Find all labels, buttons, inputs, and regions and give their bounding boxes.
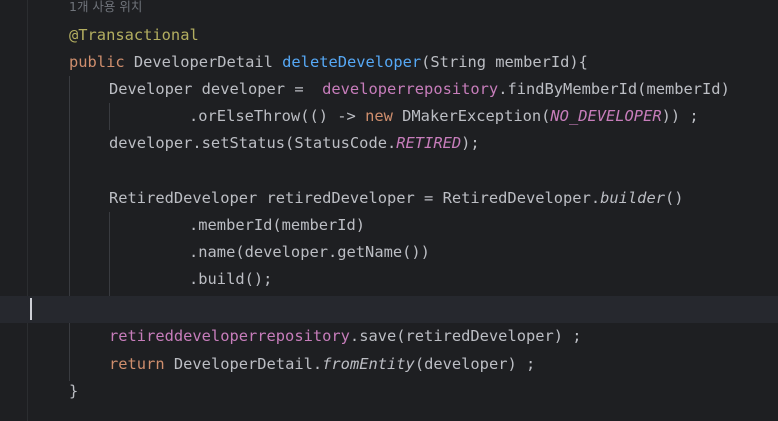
code-line-name: .name(developer.getName()) xyxy=(0,239,778,266)
developer-declaration: Developer developer = xyxy=(109,80,323,98)
keyword-public: public xyxy=(69,53,125,71)
retireddeveloperrepository-field[interactable]: retireddeveloperrepository xyxy=(109,327,350,345)
code-line-current-empty[interactable] xyxy=(0,296,778,323)
usage-count-hint[interactable]: 1개 사용 위치 xyxy=(69,0,142,16)
method-name-deleteDeveloper[interactable]: deleteDeveloper xyxy=(282,53,421,71)
builder-method[interactable]: builder xyxy=(600,189,665,207)
transactional-annotation[interactable]: @Transactional xyxy=(69,26,199,44)
code-line-member-id: .memberId(memberId) xyxy=(0,212,778,239)
developerrepository-field[interactable]: developerrepository xyxy=(322,80,498,98)
code-line-method-signature: public DeveloperDetail deleteDeveloper(S… xyxy=(0,49,778,76)
member-id-call[interactable]: .memberId(memberId) xyxy=(189,216,365,234)
build-call[interactable]: .build(); xyxy=(189,270,272,288)
method-params: (String memberId){ xyxy=(421,53,588,71)
closing-brace: } xyxy=(69,382,79,400)
set-status-close: ); xyxy=(461,134,480,152)
name-call[interactable]: .name(developer.getName()) xyxy=(189,243,430,261)
code-line-annotation: @Transactional xyxy=(0,22,778,49)
or-else-throw-close: )) ; xyxy=(661,107,699,125)
from-entity-method[interactable]: fromEntity xyxy=(322,355,415,373)
keyword-return: return xyxy=(109,355,165,373)
find-by-member-id-call[interactable]: .findByMemberId(memberId) xyxy=(498,80,730,98)
save-call[interactable]: .save(retiredDeveloper) ; xyxy=(350,327,582,345)
no-developer-constant[interactable]: NO_DEVELOPER xyxy=(550,107,661,125)
text-caret xyxy=(30,298,32,320)
from-entity-args: (developer) ; xyxy=(414,355,536,373)
set-status-call[interactable]: developer.setStatus(StatusCode. xyxy=(109,134,396,152)
code-line-build: .build(); xyxy=(0,266,778,293)
builder-parens: () xyxy=(664,189,684,207)
retired-constant[interactable]: RETIRED xyxy=(396,134,461,152)
keyword-new: new xyxy=(365,107,393,125)
code-line-closing-brace: } xyxy=(0,378,778,405)
code-line-or-else-throw: .orElseThrow(() -> new DMakerException(N… xyxy=(0,103,778,130)
return-type[interactable]: DeveloperDetail xyxy=(125,53,283,71)
code-line-builder: RetiredDeveloper retiredDeveloper = Reti… xyxy=(0,185,778,212)
code-line-set-status: developer.setStatus(StatusCode.RETIRED); xyxy=(0,130,778,157)
or-else-throw-call[interactable]: .orElseThrow(() -> xyxy=(189,107,365,125)
developer-detail-class[interactable]: DeveloperDetail. xyxy=(165,355,322,373)
retired-developer-declaration[interactable]: RetiredDeveloper retiredDeveloper = Reti… xyxy=(109,189,600,207)
code-line-find-developer: Developer developer = developerrepositor… xyxy=(0,76,778,103)
code-line-return: return DeveloperDetail.fromEntity(develo… xyxy=(0,351,778,378)
code-line-save: retireddeveloperrepository.save(retiredD… xyxy=(0,323,778,350)
dmaker-exception-ctor[interactable]: DMakerException( xyxy=(393,107,550,125)
